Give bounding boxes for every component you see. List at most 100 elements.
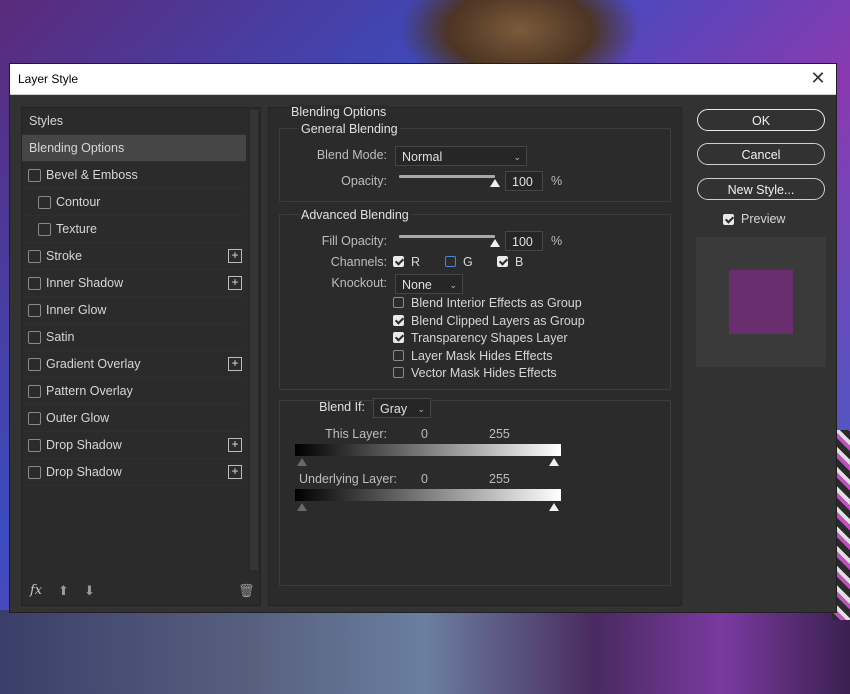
channel-b-checkbox[interactable]	[497, 256, 508, 267]
title-bar: Layer Style ✕	[10, 64, 836, 95]
style-item-inner-shadow[interactable]: Inner Shadow +	[22, 270, 246, 297]
trash-icon[interactable]: 🗑	[238, 583, 255, 599]
advanced-option-checkbox[interactable]	[393, 349, 404, 361]
style-item-checkbox[interactable]	[28, 304, 41, 317]
preview-checkbox[interactable]	[723, 214, 734, 225]
style-item-label: Contour	[56, 195, 101, 209]
fill-opacity-slider-thumb[interactable]	[490, 239, 500, 247]
style-item-bevel-emboss[interactable]: Bevel & Emboss	[22, 162, 246, 189]
style-item-outer-glow[interactable]: Outer Glow	[22, 405, 246, 432]
style-item-checkbox[interactable]	[28, 331, 41, 344]
this-layer-high-value: 255	[489, 427, 510, 441]
blending-options-label: Blending Options	[29, 141, 125, 155]
style-item-stroke[interactable]: Stroke +	[22, 243, 246, 270]
opacity-slider-track[interactable]	[399, 175, 495, 178]
underlying-black-slider[interactable]	[297, 503, 307, 511]
style-item-label: Inner Glow	[46, 303, 107, 317]
this-layer-white-slider[interactable]	[549, 458, 559, 466]
advanced-option-label: Blend Interior Effects as Group	[411, 296, 582, 310]
add-effect-plus-icon[interactable]: +	[228, 249, 242, 263]
general-blending-title: General Blending	[299, 122, 400, 136]
blend-mode-label: Blend Mode:	[316, 148, 387, 162]
style-item-gradient-overlay[interactable]: Gradient Overlay +	[22, 351, 246, 378]
styles-panel: Styles Blending Options Bevel & Emboss Co…	[21, 107, 261, 606]
style-item-texture[interactable]: Texture	[22, 216, 246, 243]
style-item-label: Drop Shadow	[46, 465, 122, 479]
style-item-checkbox[interactable]	[28, 358, 41, 371]
style-item-inner-glow[interactable]: Inner Glow	[22, 297, 246, 324]
knockout-dropdown[interactable]: None ⌄	[395, 274, 463, 294]
channels-label: Channels:	[330, 255, 387, 269]
blending-options-title: Blending Options	[289, 105, 389, 119]
opacity-input[interactable]: 100	[505, 171, 543, 191]
new-style-button[interactable]: New Style...	[697, 178, 825, 200]
style-item-checkbox[interactable]	[28, 412, 41, 425]
cancel-button[interactable]: Cancel	[697, 143, 825, 165]
advanced-option-checkbox[interactable]	[393, 332, 404, 343]
blending-options-item[interactable]: Blending Options	[22, 135, 246, 162]
add-effect-plus-icon[interactable]: +	[228, 465, 242, 479]
style-item-label: Drop Shadow	[46, 438, 122, 452]
advanced-option-label: Blend Clipped Layers as Group	[411, 313, 585, 328]
chevron-down-icon: ⌄	[417, 404, 425, 414]
style-item-checkbox[interactable]	[28, 439, 41, 452]
chevron-down-icon: ⌄	[449, 280, 457, 290]
ok-button[interactable]: OK	[697, 109, 825, 131]
close-icon[interactable]: ✕	[808, 68, 828, 88]
this-layer-black-slider[interactable]	[297, 458, 307, 466]
channel-g-checkbox[interactable]	[445, 256, 456, 267]
style-item-contour[interactable]: Contour	[22, 189, 246, 216]
advanced-option-label: Layer Mask Hides Effects	[411, 348, 553, 363]
move-down-icon[interactable]: ⬇	[84, 583, 95, 599]
add-effect-plus-icon[interactable]: +	[228, 276, 242, 290]
channel-r-checkbox[interactable]	[393, 256, 404, 267]
advanced-option-checkbox[interactable]	[393, 297, 404, 308]
style-item-checkbox[interactable]	[28, 169, 41, 182]
underlying-high-value: 255	[489, 472, 510, 486]
blend-mode-value: Normal	[402, 150, 443, 164]
style-item-label: Outer Glow	[46, 411, 110, 425]
blending-options-panel: Blending Options General Blending Blend …	[268, 105, 682, 606]
add-effect-plus-icon[interactable]: +	[228, 357, 242, 371]
style-item-drop-shadow[interactable]: Drop Shadow +	[22, 432, 246, 459]
preview-label: Preview	[741, 212, 786, 226]
style-item-checkbox[interactable]	[38, 196, 51, 209]
style-item-label: Satin	[46, 330, 75, 344]
fill-opacity-slider-track[interactable]	[399, 235, 495, 238]
style-item-drop-shadow[interactable]: Drop Shadow +	[22, 459, 246, 486]
underlying-layer-gradient-bar	[295, 489, 561, 501]
advanced-blending-title: Advanced Blending	[299, 208, 411, 222]
style-item-satin[interactable]: Satin	[22, 324, 246, 351]
this-layer-gradient-bar	[295, 444, 561, 456]
layer-style-dialog: Layer Style ✕ Styles Blending Options Be…	[9, 63, 837, 613]
style-item-checkbox[interactable]	[28, 277, 41, 290]
blend-if-dropdown[interactable]: Gray ⌄	[373, 398, 431, 418]
blend-mode-dropdown[interactable]: Normal ⌄	[395, 146, 527, 166]
fx-icon[interactable]: fx	[30, 583, 42, 598]
advanced-option-label: Vector Mask Hides Effects	[411, 366, 557, 380]
style-item-checkbox[interactable]	[28, 466, 41, 479]
style-item-checkbox[interactable]	[28, 250, 41, 263]
underlying-white-slider[interactable]	[549, 503, 559, 511]
styles-header[interactable]: Styles	[22, 108, 246, 135]
opacity-slider-thumb[interactable]	[490, 179, 500, 187]
style-item-checkbox[interactable]	[28, 385, 41, 398]
advanced-option-checkbox[interactable]	[393, 314, 404, 326]
add-effect-plus-icon[interactable]: +	[228, 438, 242, 452]
move-up-icon[interactable]: ⬆	[58, 583, 69, 599]
styles-list: Styles Blending Options Bevel & Emboss Co…	[22, 108, 246, 486]
fill-opacity-label: Fill Opacity:	[321, 234, 387, 248]
channel-b-label: B	[515, 255, 524, 269]
this-layer-low-value: 0	[421, 427, 428, 441]
style-item-pattern-overlay[interactable]: Pattern Overlay	[22, 378, 246, 405]
opacity-unit: %	[551, 174, 563, 188]
fill-opacity-input[interactable]: 100	[505, 231, 543, 251]
advanced-option-checkbox[interactable]	[393, 367, 404, 378]
styles-scrollbar[interactable]	[248, 108, 260, 578]
underlying-low-value: 0	[421, 472, 428, 486]
style-item-checkbox[interactable]	[38, 223, 51, 236]
style-item-label: Pattern Overlay	[46, 384, 133, 398]
underlying-layer-label: Underlying Layer:	[299, 472, 397, 486]
knockout-value: None	[402, 278, 432, 292]
style-item-label: Gradient Overlay	[46, 357, 141, 371]
